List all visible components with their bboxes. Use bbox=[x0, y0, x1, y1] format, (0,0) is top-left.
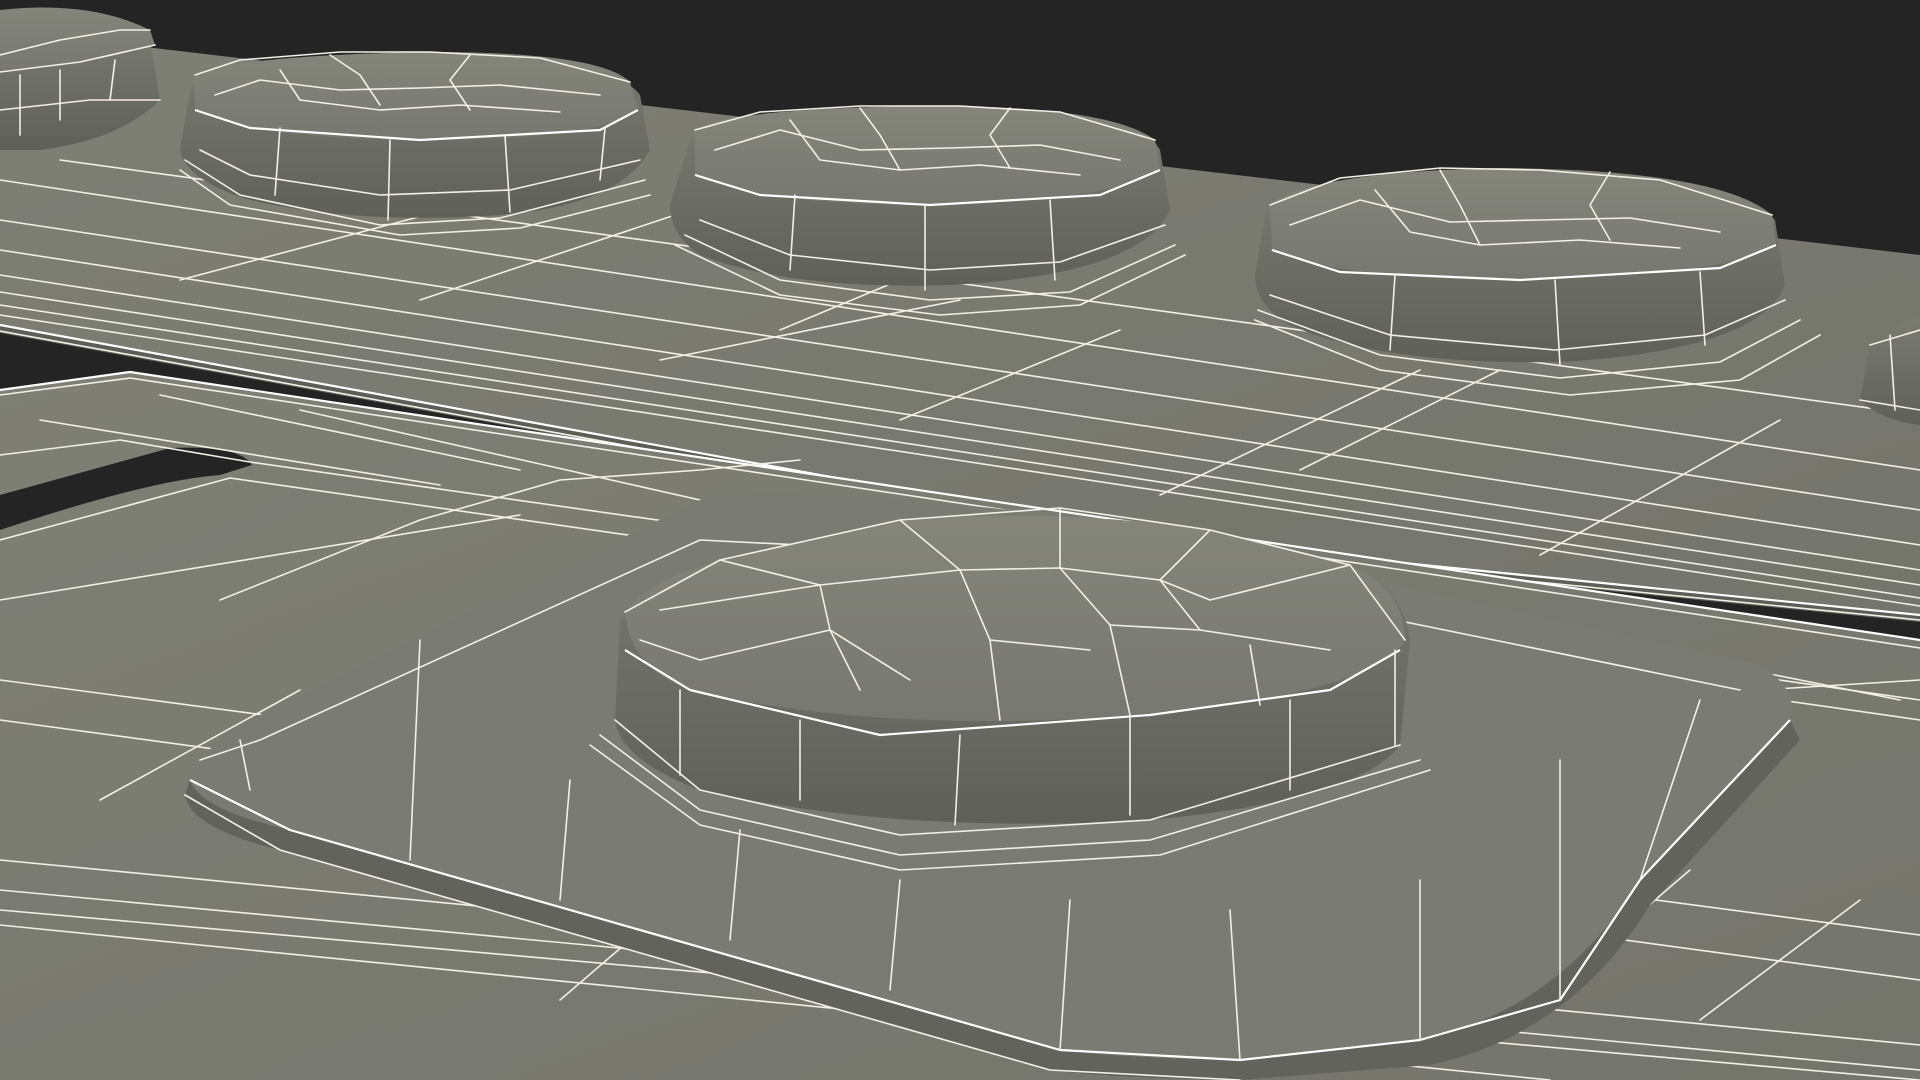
render-viewport bbox=[0, 0, 1920, 1080]
wireframe-render bbox=[0, 7, 1920, 1080]
